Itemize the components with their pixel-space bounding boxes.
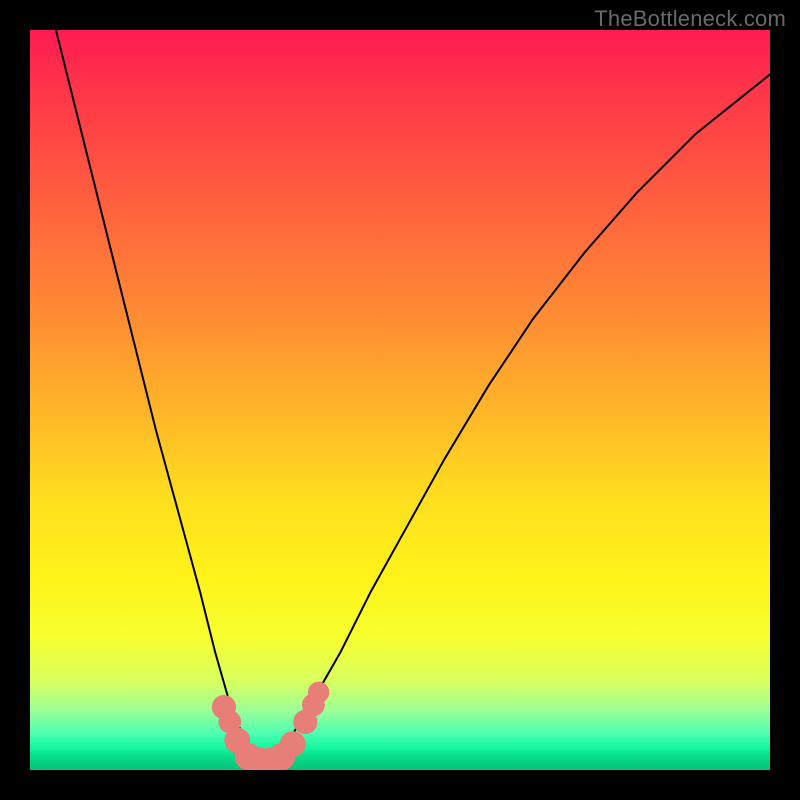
- bottleneck-curve: [45, 30, 770, 761]
- curve-marker: [280, 731, 306, 757]
- watermark-text: TheBottleneck.com: [594, 6, 786, 32]
- chart-svg: [30, 30, 770, 770]
- plot-area: [30, 30, 770, 770]
- curve-markers: [212, 682, 330, 770]
- curve-marker: [308, 682, 329, 703]
- chart-frame: TheBottleneck.com: [0, 0, 800, 800]
